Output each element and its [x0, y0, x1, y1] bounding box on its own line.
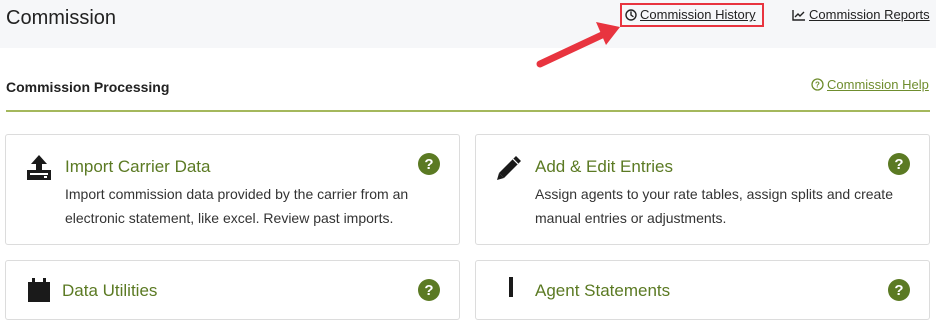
card-title[interactable]: Agent Statements [535, 281, 670, 301]
page-header: Commission Commission History Commission… [0, 0, 936, 48]
pencil-icon [497, 156, 521, 180]
card-description: Import commission data provided by the c… [65, 186, 409, 226]
section-title: Commission Processing [6, 79, 170, 95]
download-icon [509, 277, 513, 297]
line-chart-icon [792, 9, 805, 21]
card-description: Assign agents to your rate tables, assig… [535, 186, 893, 226]
commission-reports-label: Commission Reports [809, 7, 930, 22]
import-carrier-data-card[interactable]: Import Carrier Data ? Import commission … [5, 134, 460, 245]
commission-history-link[interactable]: Commission History [625, 7, 756, 22]
section-divider [6, 110, 930, 112]
svg-text:?: ? [424, 282, 433, 299]
agent-statements-card[interactable]: Agent Statements ? [475, 260, 930, 320]
svg-text:?: ? [424, 156, 433, 173]
add-edit-entries-card[interactable]: Add & Edit Entries ? Assign agents to yo… [475, 134, 930, 245]
card-title[interactable]: Data Utilities [62, 281, 157, 301]
data-utilities-card[interactable]: Data Utilities ? [5, 260, 460, 320]
calendar-icon [28, 278, 50, 302]
help-icon[interactable]: ? [887, 152, 911, 176]
help-icon[interactable]: ? [417, 152, 441, 176]
svg-text:?: ? [815, 81, 820, 90]
card-title[interactable]: Import Carrier Data [65, 157, 210, 177]
commission-help-label: Commission Help [827, 77, 929, 92]
commission-help-link[interactable]: ? Commission Help [811, 77, 929, 92]
svg-text:?: ? [894, 156, 903, 173]
page-title: Commission [6, 7, 117, 29]
commission-reports-link[interactable]: Commission Reports [792, 7, 930, 22]
upload-tray-icon [27, 155, 51, 180]
help-icon[interactable]: ? [417, 278, 441, 302]
question-circle-icon: ? [811, 78, 824, 91]
clock-icon [625, 8, 637, 21]
svg-text:?: ? [894, 282, 903, 299]
commission-history-label: Commission History [640, 7, 756, 22]
help-icon[interactable]: ? [887, 278, 911, 302]
card-title[interactable]: Add & Edit Entries [535, 157, 673, 177]
